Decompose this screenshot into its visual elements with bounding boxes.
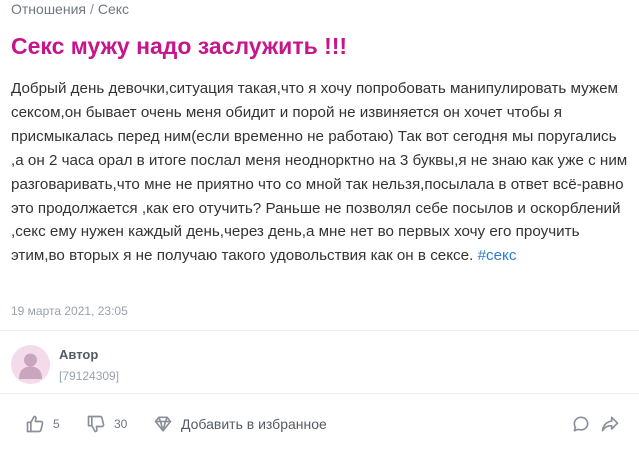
like-button[interactable]: 5 [25, 408, 60, 440]
post-title: Секс мужу надо заслужить !!! [11, 33, 348, 59]
hashtag-link[interactable]: #секс [478, 247, 517, 264]
breadcrumb-link-relations[interactable]: Отношения [11, 1, 86, 17]
user-silhouette-icon [19, 353, 42, 379]
avatar[interactable] [11, 345, 50, 384]
comment-icon [573, 416, 589, 432]
post-body: Добрый день девочки,ситуация такая,что я… [11, 77, 631, 268]
share-icon [601, 416, 619, 432]
divider [0, 330, 639, 331]
comment-button[interactable] [571, 408, 591, 440]
favorite-label: Добавить в избранное [181, 416, 327, 432]
thumbs-down-icon [87, 415, 105, 433]
share-button[interactable] [600, 408, 620, 440]
dislike-button[interactable]: 30 [86, 408, 127, 440]
author-name[interactable]: Автор [59, 347, 98, 362]
author-id: [79124309] [59, 369, 120, 383]
post-body-text: Добрый день девочки,ситуация такая,что я… [11, 80, 628, 265]
add-to-favorites-button[interactable]: Добавить в избранное [153, 408, 327, 440]
post-date: 19 марта 2021, 23:05 [11, 304, 128, 318]
breadcrumb-separator: / [89, 1, 94, 17]
breadcrumb-link-sex[interactable]: Секс [98, 1, 129, 17]
diamond-icon [154, 416, 172, 432]
divider [0, 393, 639, 394]
breadcrumb: Отношения / Секс [11, 1, 129, 17]
post-actions: 5 30 Добавить в избранное [0, 408, 639, 440]
dislike-count: 30 [114, 417, 128, 431]
like-count: 5 [53, 417, 60, 431]
thumbs-up-icon [26, 415, 44, 433]
